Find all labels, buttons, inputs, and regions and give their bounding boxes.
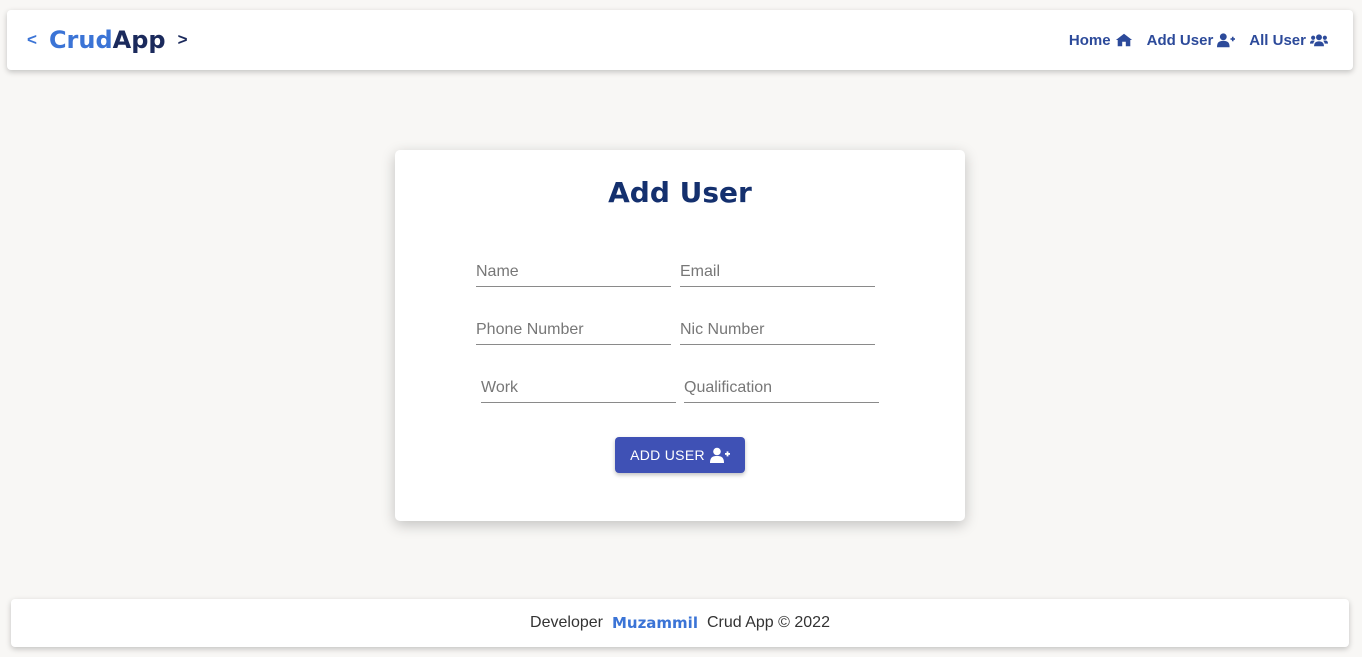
nav-add-user-link[interactable]: Add User: [1147, 32, 1236, 49]
qualification-placeholder: Qualification: [684, 379, 773, 396]
nav-home-link[interactable]: Home: [1069, 32, 1133, 49]
add-user-button[interactable]: ADD USER: [615, 437, 745, 473]
brand-crud-text: Crud: [48, 26, 113, 54]
nic-number-field[interactable]: Nic Number: [680, 311, 875, 345]
top-navbar: < Crud App > Home Add User All User: [7, 10, 1353, 70]
footer: Developer Muzammil Crud App © 2022: [11, 599, 1349, 647]
nav-links: Home Add User All User: [1069, 32, 1328, 49]
brand-logo[interactable]: < Crud App >: [27, 26, 188, 54]
home-icon: [1115, 33, 1132, 47]
work-placeholder: Work: [481, 379, 519, 396]
qualification-field[interactable]: Qualification: [684, 369, 879, 403]
footer-developer-prefix: Developer: [530, 614, 603, 631]
name-field[interactable]: Name: [476, 253, 671, 287]
name-placeholder: Name: [476, 263, 519, 280]
brand-app-text: App: [112, 26, 166, 54]
nav-home-label: Home: [1068, 31, 1111, 49]
footer-copyright: Crud App © 2022: [706, 614, 830, 631]
brand-right-chevron: >: [177, 30, 188, 49]
brand-left-chevron: <: [27, 30, 37, 49]
add-user-card: Add User Name Email Phone Number Nic Num…: [395, 150, 965, 521]
users-icon: [1310, 34, 1328, 47]
footer-developer-name[interactable]: Muzammil: [612, 614, 698, 632]
nav-add-user-label: Add User: [1146, 31, 1214, 49]
form-title: Add User: [608, 176, 752, 209]
email-field[interactable]: Email: [680, 253, 875, 287]
email-placeholder: Email: [680, 263, 721, 280]
add-user-button-label: ADD USER: [630, 447, 705, 463]
phone-number-field[interactable]: Phone Number: [476, 311, 671, 345]
nav-all-user-link[interactable]: All User: [1249, 32, 1328, 49]
phone-number-placeholder: Phone Number: [476, 321, 584, 338]
nav-all-user-label: All User: [1249, 31, 1306, 49]
nic-number-placeholder: Nic Number: [680, 321, 765, 338]
user-plus-icon: [709, 447, 730, 463]
work-field[interactable]: Work: [481, 369, 676, 403]
user-plus-icon: [1217, 33, 1236, 48]
